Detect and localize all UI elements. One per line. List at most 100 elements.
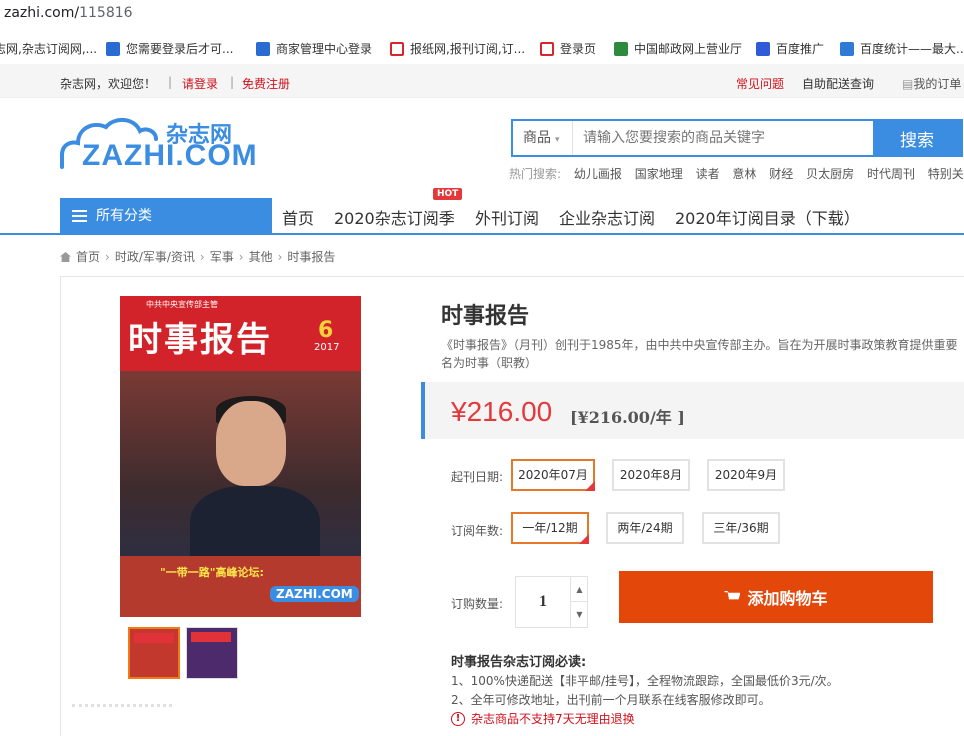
bookmark-label: 百度推广 [776, 42, 825, 56]
add-to-cart-button[interactable]: 添加购物车 [619, 571, 933, 623]
bookmark-item[interactable]: 登录页 [540, 40, 596, 57]
breadcrumb-item[interactable]: 时政/军事/资讯 [115, 250, 195, 264]
leaf-icon [614, 41, 628, 56]
thumbnail-band [134, 633, 174, 643]
hot-searches: 热门搜索: 幼儿画报 国家地理 读者 意林 财经 贝太厨房 时代周刊 特别关注 [509, 165, 964, 182]
notice-line: 1、100%快递配送【非平邮/挂号】，全程物流跟踪，全国最低价3元/次。 [451, 674, 839, 688]
years-option[interactable]: 两年/24期 [606, 512, 684, 544]
bookmark-item[interactable]: 商家管理中心登录 [256, 40, 372, 57]
search-input[interactable] [573, 121, 873, 155]
thumbnail-band [191, 632, 231, 642]
nav-foreign[interactable]: 外刊订阅 [475, 205, 539, 229]
subscription-years-label: 订阅年数: [451, 524, 504, 538]
chevron-right-icon: › [199, 250, 205, 264]
caret-down-icon: ▾ [555, 135, 560, 145]
decrement-down-icon[interactable]: ▼ [570, 602, 588, 627]
product-title: 时事报告 [441, 304, 530, 329]
breadcrumb-item[interactable]: 军事 [210, 250, 234, 264]
search-bar: 商品 ▾ 搜索 [511, 119, 963, 157]
thumbnail-divider [72, 704, 172, 707]
all-categories-button[interactable]: 所有分类 [60, 198, 272, 234]
price-per-year: [¥216.00/年 ] [570, 408, 685, 427]
bookmark-label: 报纸网,报刊订阅,订... [410, 42, 526, 56]
bookmark-item[interactable]: 志网,杂志订阅网,... [0, 40, 97, 57]
divider: | [168, 75, 173, 89]
quantity-label: 订购数量: [451, 597, 504, 611]
start-date-label: 起刊日期: [451, 470, 504, 484]
hot-keyword[interactable]: 意林 [732, 167, 756, 181]
start-date-option[interactable]: 2020年9月 [707, 459, 785, 491]
login-link[interactable]: 请登录 [182, 75, 218, 92]
start-date-option[interactable]: 2020年8月 [612, 459, 690, 491]
increment-up-icon[interactable]: ▲ [570, 577, 588, 602]
address-bar[interactable]: zazhi.com/115816 [0, 0, 964, 30]
cover-thumbnail[interactable] [186, 627, 238, 679]
years-option-selected[interactable]: 一年/12期 [511, 512, 589, 544]
menu-icon [72, 210, 87, 222]
cover-year: 2017 [314, 342, 340, 353]
nav-catalog-download[interactable]: 2020年订阅目录（下载） [675, 205, 860, 229]
faq-link[interactable]: 常见问题 [736, 75, 784, 92]
cover-zazhi-logo: ZAZHI.COM [270, 586, 359, 602]
cover-publisher-tag: 中共中央宣传部主管 [146, 300, 218, 309]
bookmarks-bar: 志网,杂志订阅网,... 您需要登录后才可... 商家管理中心登录 报纸网,报刊… [0, 36, 964, 62]
chart-icon [840, 41, 854, 56]
add-to-cart-label: 添加购物车 [747, 589, 828, 608]
z-icon [540, 41, 554, 56]
cover-thumbnail-selected[interactable] [128, 627, 180, 679]
site-logo[interactable]: 杂志网 ZAZHI.COM [58, 115, 257, 175]
hot-keyword[interactable]: 财经 [769, 167, 793, 181]
paw-icon [756, 41, 770, 56]
hot-keyword[interactable]: 贝太厨房 [806, 167, 854, 181]
product-description: 《时事报告》（月刊）创刊于1985年，由中共中央宣传部主办。旨在为开展时事政策教… [441, 336, 964, 372]
bookmark-label: 商家管理中心登录 [276, 42, 373, 56]
orders-link[interactable]: ▤我的订单 [902, 75, 961, 92]
welcome-text: 杂志网，欢迎您！ [60, 77, 157, 91]
chevron-right-icon: › [238, 250, 244, 264]
description-line: 《时事报告》（月刊）创刊于1985年，由中共中央宣传部主办。旨在为开展时事政策教… [441, 338, 958, 352]
search-category-select[interactable]: 商品 ▾ [513, 121, 573, 155]
breadcrumb-item[interactable]: 首页 [76, 250, 100, 264]
nav-subscription-season[interactable]: 2020杂志订阅季 [334, 205, 455, 229]
years-option[interactable]: 三年/36期 [702, 512, 780, 544]
bookmark-item[interactable]: 您需要登录后才可... [106, 40, 233, 57]
start-date-option-selected[interactable]: 2020年07月 [511, 459, 595, 491]
search-button[interactable]: 搜索 [873, 120, 961, 156]
product-price: ¥216.00 [451, 396, 553, 427]
breadcrumb: 首页 › 时政/军事/资讯 › 军事 › 其他 › 时事报告 [60, 248, 335, 265]
hot-keyword[interactable]: 读者 [696, 167, 720, 181]
warning-icon: ! [451, 711, 465, 726]
bookmark-item[interactable]: 中国邮政网上营业厅 [614, 40, 742, 57]
cover-photo-face [216, 401, 286, 486]
nav-enterprise[interactable]: 企业杂志订阅 [559, 205, 655, 229]
nav-home[interactable]: 首页 [282, 205, 314, 229]
return-policy-warning: ! 杂志商品不支持7天无理由退换 [451, 710, 635, 727]
bookmark-label: 志网,杂志订阅网,... [0, 42, 98, 56]
hot-keyword[interactable]: 幼儿画报 [574, 167, 622, 181]
url-host: zazhi.com/ [4, 5, 80, 21]
product-cover-image: 中共中央宣传部主管 时事报告 6 2017 "一带一路"高峰论坛: ZAZHI.… [120, 296, 361, 617]
bookmark-item[interactable]: 报纸网,报刊订阅,订... [390, 40, 525, 57]
quantity-value[interactable]: 1 [516, 577, 570, 627]
search-category-label: 商品 [523, 130, 551, 146]
hot-keyword[interactable]: 特别关注 [928, 167, 964, 181]
all-categories-label: 所有分类 [96, 208, 152, 224]
cover-title: 时事报告 [128, 320, 272, 360]
hot-search-label: 热门搜索: [509, 167, 562, 181]
bookmark-item[interactable]: 百度推广 [756, 40, 824, 57]
breadcrumb-item: 时事报告 [287, 250, 336, 264]
cover-issue: 6 [318, 318, 334, 343]
bookmark-item[interactable]: 百度统计——最大... [840, 40, 964, 57]
logo-en-text: ZAZHI.COM [82, 139, 258, 172]
url-text[interactable]: zazhi.com/115816 [4, 5, 133, 21]
chevron-right-icon: › [105, 250, 110, 264]
orders-icon: ▤ [902, 77, 914, 91]
edge-icon [256, 41, 270, 56]
bookmark-label: 百度统计——最大... [860, 42, 964, 56]
hot-keyword[interactable]: 时代周刊 [867, 167, 915, 181]
warning-text: 杂志商品不支持7天无理由退换 [471, 712, 635, 726]
register-link[interactable]: 免费注册 [242, 75, 290, 92]
breadcrumb-item[interactable]: 其他 [249, 250, 273, 264]
delivery-query-link[interactable]: 自助配送查询 [802, 75, 874, 92]
hot-keyword[interactable]: 国家地理 [635, 167, 683, 181]
